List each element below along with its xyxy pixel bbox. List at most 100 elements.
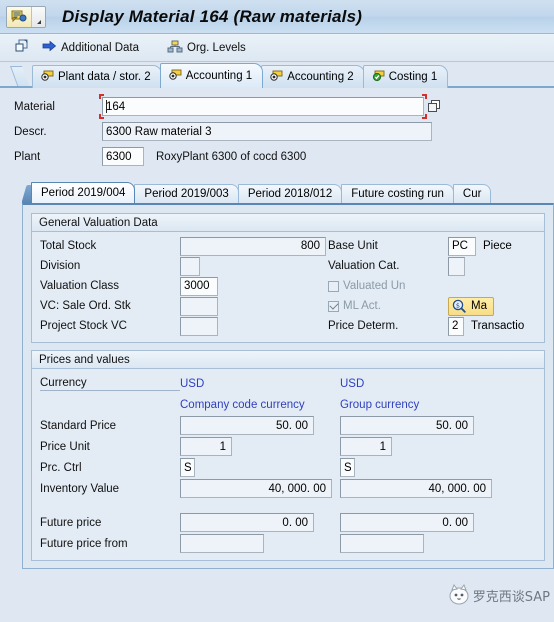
division-label: Division [40, 260, 81, 272]
ml-price-button-label: Ma [471, 300, 487, 312]
dropdown-arrow-icon[interactable] [31, 6, 45, 27]
project-stock-vc-input[interactable] [180, 316, 218, 336]
period-tab-future-costing-run[interactable]: Future costing run [341, 184, 454, 203]
material-field-focus [99, 94, 427, 119]
arrow-right-icon [42, 40, 57, 55]
focus-corner-tr [422, 94, 427, 99]
standard-price-company-input[interactable] [180, 416, 314, 435]
view-tab-icon [169, 69, 182, 84]
additional-data-button[interactable]: Additional Data [39, 39, 142, 56]
tab-label: Accounting 1 [185, 70, 253, 82]
plant-input[interactable] [102, 147, 144, 166]
row-future-price: Future price [32, 512, 544, 533]
general-valuation-title: General Valuation Data [32, 214, 544, 232]
material-label: Material [14, 100, 55, 113]
row-inventory-value: Inventory Value [32, 478, 544, 499]
inventory-value-company-input[interactable] [180, 479, 332, 498]
prices-and-values-group: Prices and values Currency USD USD Compa… [31, 350, 545, 561]
future-price-from-company-input[interactable] [180, 534, 264, 553]
material-master-icon [7, 6, 31, 27]
ml-act-checkbox[interactable] [328, 300, 339, 312]
tab-label: Costing 1 [388, 71, 438, 83]
tab-accounting-1[interactable]: Accounting 1 [159, 63, 264, 88]
page-title: Display Material 164 (Raw materials) [62, 6, 363, 26]
price-determ-label: Price Determ. [328, 320, 399, 332]
standard-price-label: Standard Price [40, 419, 117, 432]
row-division: Division Valuation Cat. [32, 256, 544, 276]
period-tab-2019-004[interactable]: Period 2019/004 [31, 182, 136, 203]
prices-and-values-body: Currency USD USD Company code currency G… [32, 369, 544, 560]
period-tab-current[interactable]: Cur [452, 184, 492, 203]
prices-and-values-title: Prices and values [32, 351, 544, 369]
descr-input[interactable] [102, 122, 432, 141]
currency-group-value: USD [340, 377, 365, 390]
total-stock-label: Total Stock [40, 240, 97, 252]
prc-ctrl-group-input[interactable] [340, 458, 355, 477]
tab-label: Accounting 2 [287, 71, 354, 83]
row-future-price-from: Future price from [32, 533, 544, 554]
future-price-company-input[interactable] [180, 513, 314, 532]
period-tab-2019-003[interactable]: Period 2019/003 [134, 184, 239, 203]
project-stock-vc-label: Project Stock VC [40, 320, 127, 332]
period-tab-2018-012[interactable]: Period 2018/012 [237, 184, 343, 203]
general-valuation-group: General Valuation Data Total Stock Base … [31, 213, 545, 343]
application-toolbar: Additional Data Org. Levels [0, 34, 554, 62]
future-price-label: Future price [40, 516, 102, 529]
row-prc-ctrl: Prc. Ctrl [32, 457, 544, 478]
vc-sale-ord-stk-input[interactable] [180, 296, 218, 316]
group-currency-header: Group currency [340, 398, 420, 411]
system-menu-button[interactable] [6, 5, 46, 28]
vc-sale-ord-stk-label: VC: Sale Ord. Stk [40, 300, 131, 312]
valuation-class-label: Valuation Class [40, 280, 120, 292]
future-price-group-input[interactable] [340, 513, 474, 532]
prc-ctrl-label: Prc. Ctrl [40, 461, 82, 474]
tab-accounting-2[interactable]: Accounting 2 [261, 65, 365, 88]
base-unit-label: Base Unit [328, 240, 378, 252]
tab-costing-1[interactable]: Costing 1 [362, 65, 449, 88]
ml-price-button[interactable]: $ Ma [448, 296, 494, 316]
descr-row: Descr. [14, 121, 548, 142]
window-title-bar: Display Material 164 (Raw materials) [0, 0, 554, 34]
prc-ctrl-company-input[interactable] [180, 458, 195, 477]
row-price-unit: Price Unit [32, 436, 544, 457]
standard-price-group-input[interactable] [340, 416, 474, 435]
valuation-cat-label: Valuation Cat. [328, 260, 400, 272]
row-standard-price: Standard Price [32, 415, 544, 436]
tab-plant-data-stor-2[interactable]: Plant data / stor. 2 [32, 65, 162, 88]
focus-corner-br [422, 114, 427, 119]
plant-description: RoxyPlant 6300 of cocd 6300 [156, 150, 307, 163]
watermark: 罗克西谈SAP [447, 583, 550, 608]
ml-act-label: ML Act. [343, 300, 381, 312]
valuated-un-label: Valuated Un [343, 280, 406, 292]
future-price-from-label: Future price from [40, 537, 128, 550]
prices-spacer [32, 499, 544, 512]
currency-label: Currency [40, 377, 180, 391]
svg-text:$: $ [456, 301, 460, 309]
price-unit-label: Price Unit [40, 440, 90, 453]
org-levels-button[interactable]: Org. Levels [164, 39, 249, 57]
price-unit-company-input[interactable] [180, 437, 232, 456]
future-price-from-group-input[interactable] [340, 534, 424, 553]
company-code-currency-header: Company code currency [180, 398, 305, 411]
price-unit-group-input[interactable] [340, 437, 392, 456]
focus-corner-bl [99, 114, 104, 119]
display-change-button[interactable] [12, 38, 33, 57]
period-tab-strip: Period 2019/004 Period 2019/003 Period 2… [22, 181, 554, 203]
magnifier-dollar-icon: $ [452, 299, 466, 313]
material-header-form: Material Descr. Plant RoxyPlant 6300 of … [0, 88, 554, 177]
price-determ-text: Transactio [471, 320, 525, 332]
price-determ-input[interactable] [448, 316, 464, 336]
total-stock-input[interactable] [180, 236, 326, 256]
base-unit-input[interactable] [448, 236, 476, 256]
valuated-un-checkbox[interactable] [328, 280, 339, 292]
material-input[interactable] [102, 97, 424, 116]
valuation-cat-input[interactable] [448, 256, 465, 276]
row-vc-sale-ord-stk: VC: Sale Ord. Stk ML Act. $ Ma [32, 296, 544, 316]
division-input[interactable] [180, 256, 200, 276]
matchcode-icon[interactable] [427, 98, 442, 115]
tab-label: Plant data / stor. 2 [58, 71, 151, 83]
currency-company-value: USD [180, 377, 205, 390]
descr-label: Descr. [14, 125, 47, 138]
valuation-class-input[interactable] [180, 276, 218, 296]
inventory-value-group-input[interactable] [340, 479, 492, 498]
